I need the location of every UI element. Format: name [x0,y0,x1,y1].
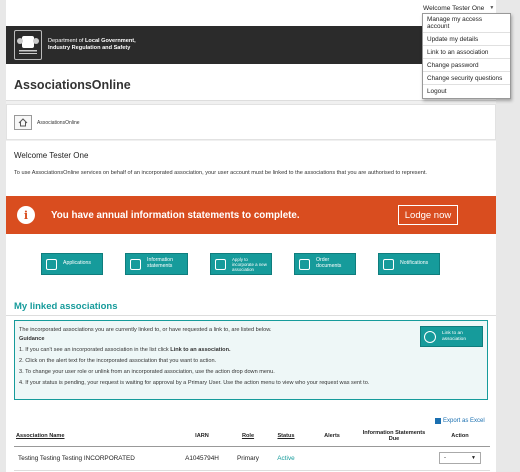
menu-item-logout[interactable]: Logout [423,85,510,98]
associations-table: Association Name IARN Role Status Alerts… [14,426,490,471]
notifications-tile[interactable]: Notifications [378,253,440,275]
information-statements-icon [130,258,141,270]
col-status[interactable]: Status [266,426,306,447]
department-name: Department of Local Government, Industry… [48,38,136,51]
welcome-heading: Welcome Tester One [14,151,89,160]
dept-prefix: Department of [48,38,85,45]
header-label: Association Name [16,432,65,439]
applications-icon [46,258,57,270]
breadcrumb-current[interactable]: AssociationsOnline [37,120,80,126]
menu-item-change-security-questions[interactable]: Change security questions [423,72,510,85]
cell-action: - ▼ [430,446,490,471]
excel-icon [435,418,441,424]
home-button[interactable] [14,115,32,130]
link-association-button[interactable]: Link to an association [420,326,483,347]
info-icon: i [17,206,35,224]
menu-item-change-password[interactable]: Change password [423,59,510,72]
link-button-label: Link to an association [442,331,466,342]
guidance-item: 3. To change your user role or unlink fr… [19,369,275,375]
action-dropdown[interactable]: - ▼ [439,452,481,464]
table-row: Testing Testing Testing INCORPORATED A10… [14,446,490,471]
dept-line2: Industry Regulation and Safety [48,45,131,51]
dept-bold: Local Government, [85,38,136,45]
cell-name[interactable]: Testing Testing Testing INCORPORATED [14,446,174,471]
alert-text[interactable]: You have annual information statements t… [51,210,300,221]
menu-item-update-details[interactable]: Update my details [423,33,510,46]
chevron-down-icon: ▼ [471,455,476,461]
notifications-icon [383,258,394,270]
header-label: Status [277,432,295,439]
lodge-now-button[interactable]: Lodge now [398,205,458,225]
applications-tile[interactable]: Applications [41,253,103,275]
export-excel-link[interactable]: Export as Excel [435,418,485,424]
cell-due [358,446,430,471]
home-icon [18,118,28,127]
apply-incorporate-icon [215,258,226,270]
guidance-box: The incorporated associations you are cu… [14,320,488,400]
guidance-heading: Guidance [19,336,45,342]
export-label: Export as Excel [443,418,485,424]
guidance-item: 2. Click on the alert text for the incor… [19,358,217,364]
tile-label: Information statements [147,257,173,269]
menu-item-link-association[interactable]: Link to an association [423,46,510,59]
tile-label: Applications [63,260,91,267]
guidance-text: 1. If you can't see an incorporated asso… [19,347,171,353]
divider [6,315,496,316]
caret-down-icon: ▼ [489,5,495,11]
action-value: - [444,455,446,461]
cell-iarn: A1045794H [174,446,230,471]
user-menu-label: Welcome Tester One [423,4,485,12]
col-action: Action [430,426,490,447]
guidance-intro: The incorporated associations you are cu… [19,327,272,333]
apply-incorporate-tile[interactable]: Apply to incorporate a new association [210,253,272,275]
col-iarn: IARN [174,426,230,447]
information-statements-tile[interactable]: Information statements [125,253,188,275]
col-alerts: Alerts [306,426,358,447]
link-icon [424,330,436,343]
intro-text: To use AssociationsOnline services on be… [14,170,427,176]
crest-icon [17,36,39,54]
linked-associations-heading: My linked associations [14,301,118,312]
app-title[interactable]: AssociationsOnline [14,78,131,92]
cell-alerts [306,446,358,471]
col-role[interactable]: Role [230,426,266,447]
guidance-bold: Link to an association. [170,347,231,353]
tile-label: Apply to incorporate a new association [232,256,267,272]
cell-status: Active [266,446,306,471]
order-documents-icon [299,258,310,270]
order-documents-tile[interactable]: Order documents [294,253,356,275]
col-association-name[interactable]: Association Name [14,426,174,447]
tile-label: Order documents [316,257,342,269]
guidance-item: 4. If your status is pending, your reque… [19,380,370,386]
col-statements-due: Information Statements Due [358,426,430,447]
user-dropdown-menu: Manage my access account Update my detai… [422,13,511,99]
header-label: Role [241,432,255,439]
tile-label: Notifications [400,260,429,267]
cell-role: Primary [230,446,266,471]
menu-item-manage-account[interactable]: Manage my access account [423,14,510,33]
guidance-item: 1. If you can't see an incorporated asso… [19,345,483,356]
government-crest-logo[interactable] [14,30,42,60]
